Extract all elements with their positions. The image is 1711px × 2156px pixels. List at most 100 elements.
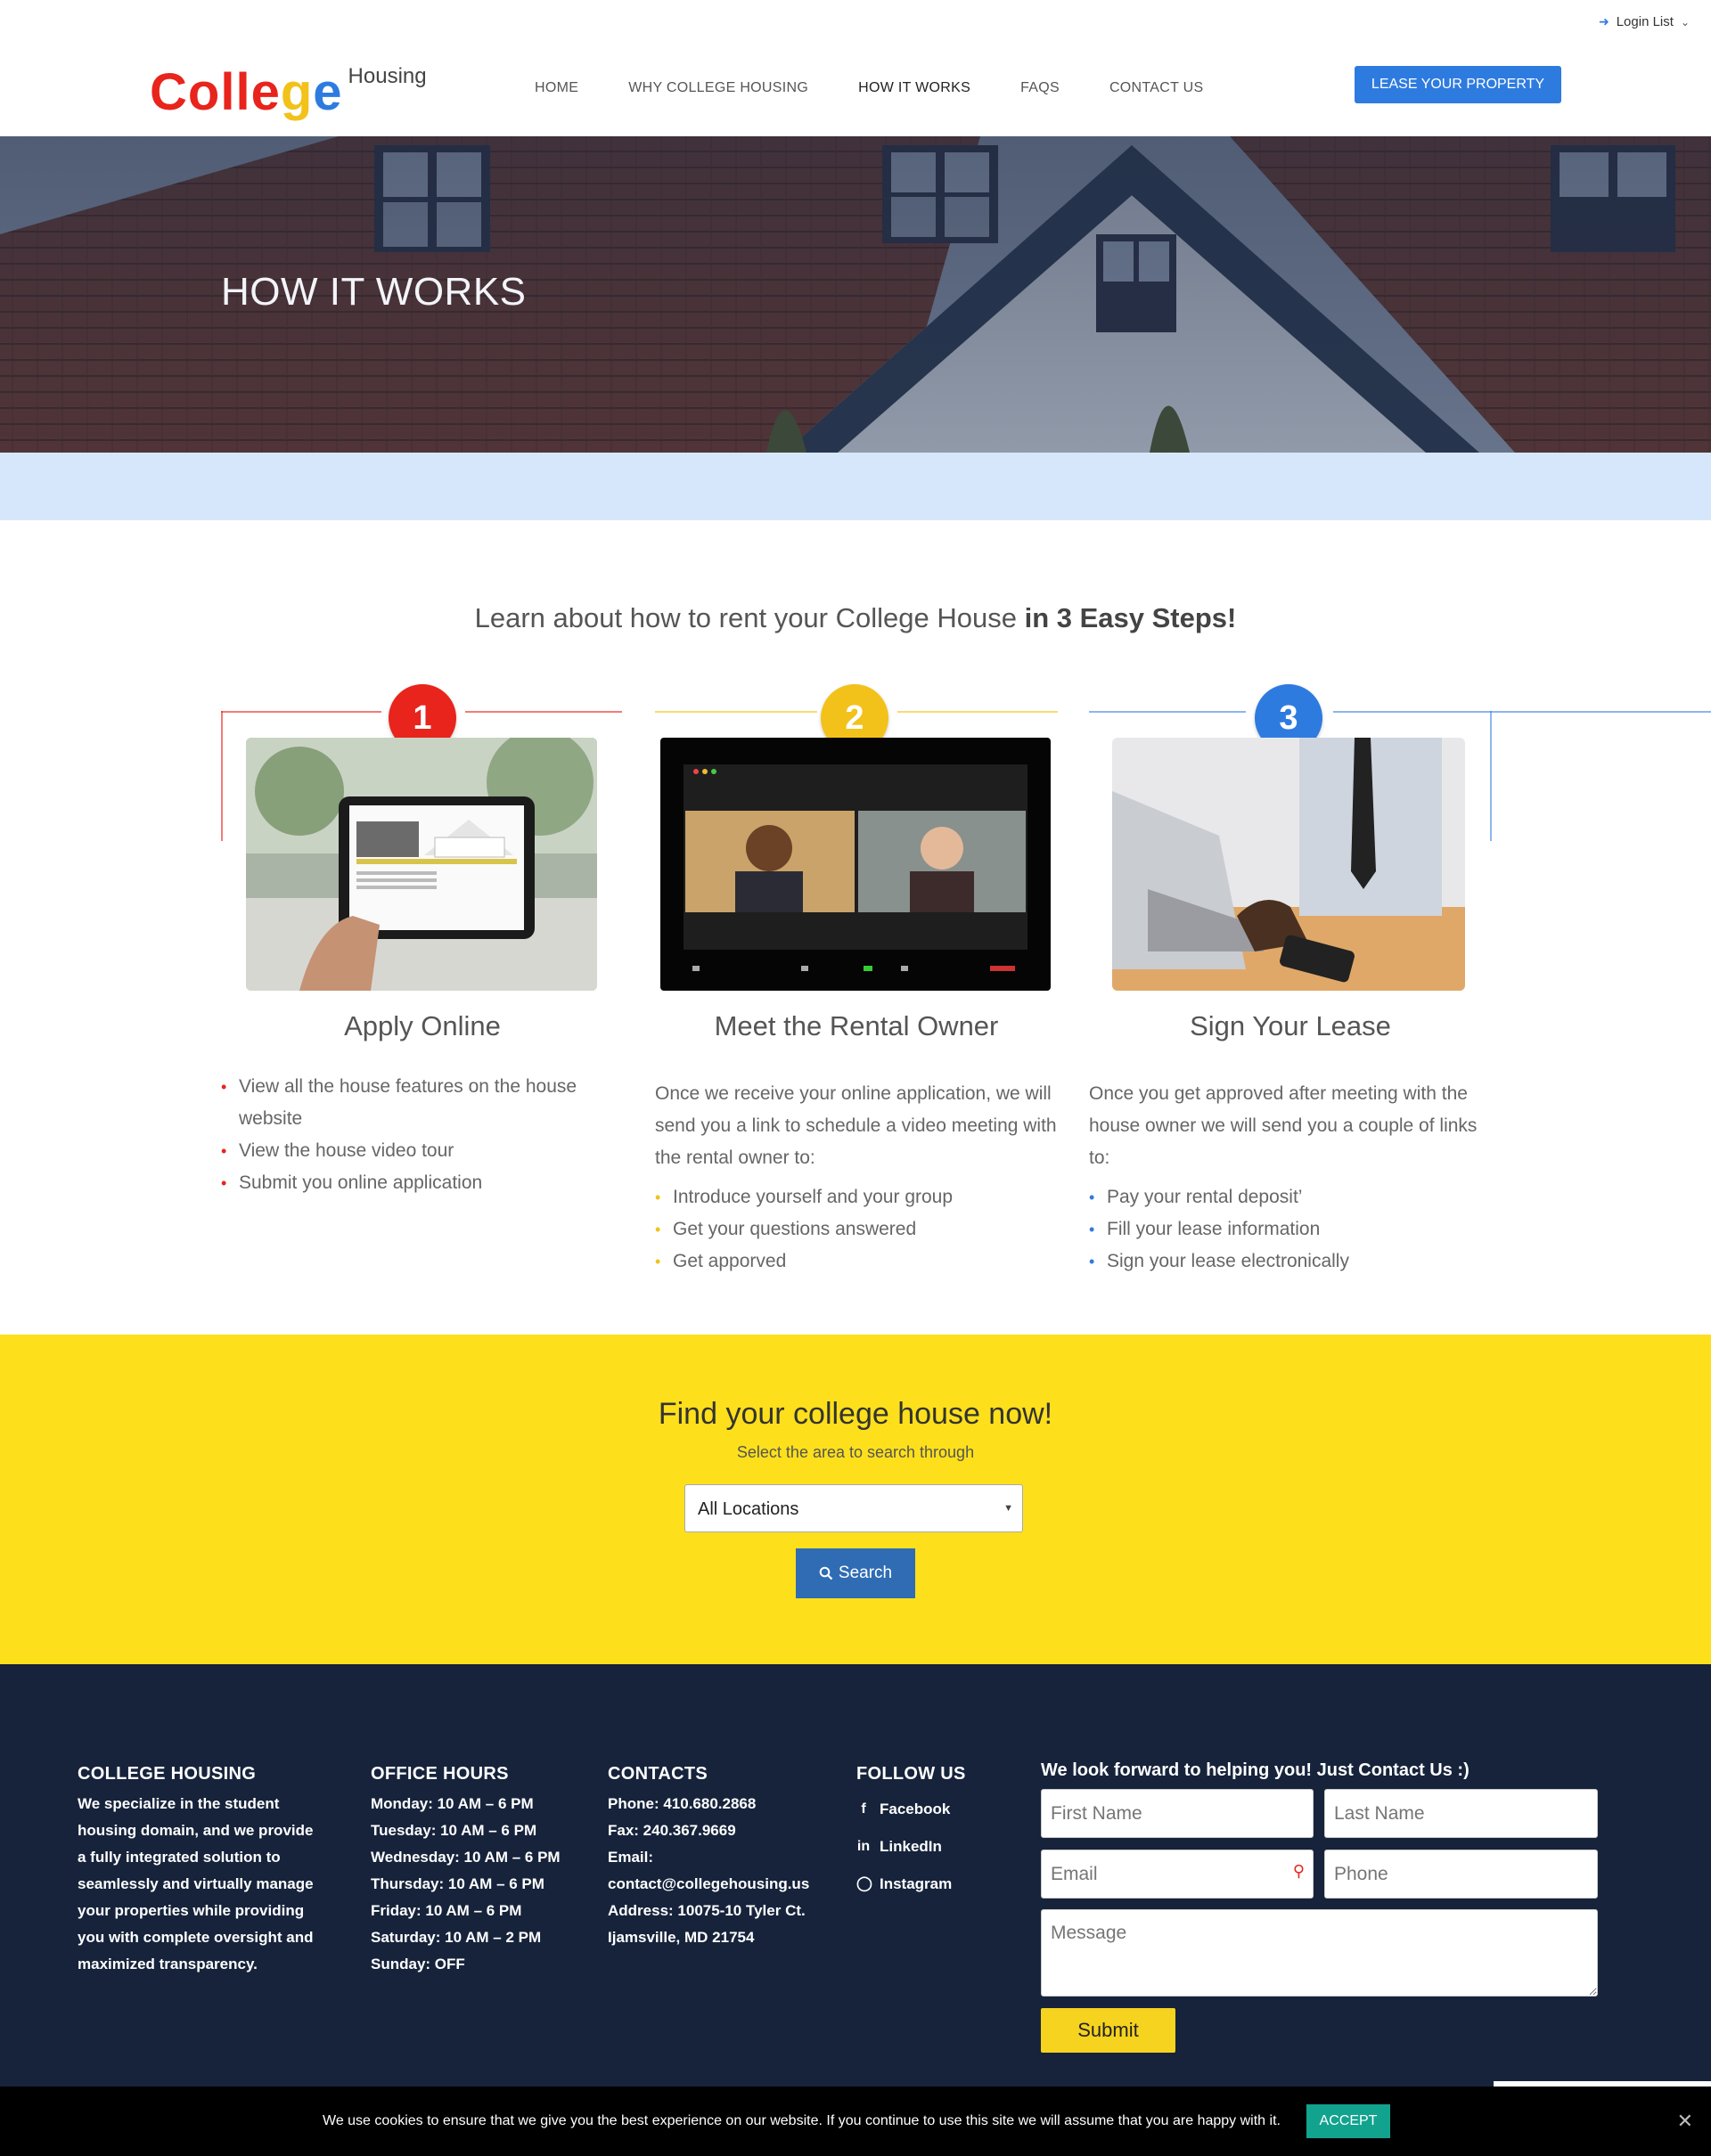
footer-contacts-heading: CONTACTS bbox=[608, 1764, 708, 1784]
steps-heading-emphasis: in 3 Easy Steps! bbox=[1024, 602, 1237, 633]
location-select[interactable]: All Locations ▼ bbox=[684, 1484, 1023, 1532]
search-button[interactable]: Search bbox=[796, 1548, 915, 1598]
step-1-bullets: View all the house features on the house… bbox=[221, 1071, 624, 1199]
signing-lease-image bbox=[1112, 738, 1465, 991]
nav-item-why-college-housing[interactable]: WHY COLLEGE HOUSING bbox=[628, 80, 808, 96]
step-3-bullet: Pay your rental deposit’ bbox=[1089, 1181, 1492, 1213]
facebook-icon: f bbox=[861, 1801, 866, 1817]
message-field[interactable] bbox=[1041, 1909, 1598, 1997]
contact-line: contact@collegehousing.us bbox=[608, 1875, 810, 1892]
office-hours-line: Sunday: OFF bbox=[371, 1956, 465, 1972]
logo-wordmark: College bbox=[150, 57, 343, 128]
dropdown-arrow-icon: ▼ bbox=[1003, 1503, 1013, 1514]
tablet-application-image bbox=[246, 738, 597, 991]
logo-subtitle: Housing bbox=[348, 64, 427, 88]
office-hours-list: Monday: 10 AM – 6 PM Tuesday: 10 AM – 6 P… bbox=[371, 1791, 585, 1978]
linkedin-label: LinkedIn bbox=[880, 1838, 942, 1855]
step-3-bullets: Pay your rental deposit’Fill your lease … bbox=[1089, 1181, 1492, 1278]
footer-contacts: CONTACTS Phone: 410.680.2868 Fax: 240.367… bbox=[608, 1760, 839, 1951]
instagram-link[interactable]: ◯ Instagram bbox=[856, 1871, 1035, 1898]
cookie-banner: We use cookies to ensure that we give yo… bbox=[0, 2087, 1711, 2156]
site-header: College Housing HOME WHY COLLEGE HOUSING H… bbox=[0, 45, 1711, 136]
office-hours-line: Saturday: 10 AM – 2 PM bbox=[371, 1929, 542, 1946]
facebook-link[interactable]: f Facebook bbox=[856, 1796, 1035, 1823]
step-1-line-right bbox=[465, 711, 622, 713]
step-3-title: Sign Your Lease bbox=[1190, 1010, 1391, 1041]
linkedin-link[interactable]: in LinkedIn bbox=[856, 1833, 1035, 1860]
step-2-bullet: Get apporved bbox=[655, 1245, 1058, 1278]
contact-line: Fax: 240.367.9669 bbox=[608, 1822, 736, 1839]
step-2-body: Once we receive your online application,… bbox=[655, 1078, 1058, 1278]
step-3-bullet: Sign your lease electronically bbox=[1089, 1245, 1492, 1278]
find-title: Find your college house now! bbox=[658, 1397, 1053, 1431]
password-manager-icon[interactable]: ⚲ bbox=[1293, 1862, 1305, 1881]
last-name-field[interactable] bbox=[1324, 1789, 1598, 1838]
steps-heading-text: Learn about how to rent your College Hou… bbox=[474, 602, 1025, 633]
logo-letter: e bbox=[313, 63, 343, 121]
step-1-line-left bbox=[221, 711, 381, 713]
steps-heading: Learn about how to rent your College Hou… bbox=[0, 602, 1711, 634]
find-house-section: Find your college house now! Select the … bbox=[0, 1335, 1711, 1664]
office-hours-line: Wednesday: 10 AM – 6 PM bbox=[371, 1849, 561, 1866]
office-hours-line: Monday: 10 AM – 6 PM bbox=[371, 1795, 534, 1812]
submit-button[interactable]: Submit bbox=[1041, 2008, 1175, 2053]
accept-cookies-button[interactable]: ACCEPT bbox=[1306, 2104, 1390, 2138]
site-logo[interactable]: College Housing bbox=[150, 57, 427, 128]
location-select-value: All Locations bbox=[698, 1499, 799, 1519]
logo-letter: l bbox=[220, 63, 236, 121]
footer-about: COLLEGE HOUSING We specialize in the stu… bbox=[78, 1760, 318, 1978]
step-1-side-line bbox=[221, 711, 223, 841]
step-1-body: View all the house features on the house… bbox=[221, 1071, 624, 1199]
instagram-label: Instagram bbox=[880, 1875, 953, 1892]
step-2-line-right bbox=[897, 711, 1058, 713]
nav-item-how-it-works[interactable]: HOW IT WORKS bbox=[858, 80, 970, 96]
footer-about-text: We specialize in the student housing dom… bbox=[78, 1795, 314, 1972]
top-bar: ➜ Login List ⌄ bbox=[0, 0, 1711, 45]
footer-follow-heading: FOLLOW US bbox=[856, 1764, 966, 1784]
login-list-menu[interactable]: ➜ Login List ⌄ bbox=[1599, 14, 1690, 29]
step-1-bullet: View all the house features on the house… bbox=[221, 1071, 624, 1135]
linkedin-icon: in bbox=[856, 1839, 871, 1854]
step-2-bullet: Get your questions answered bbox=[655, 1213, 1058, 1245]
search-icon bbox=[819, 1566, 833, 1580]
logo-letter: e bbox=[250, 63, 281, 121]
logo-letter: o bbox=[187, 63, 221, 121]
step-2-bullets: Introduce yourself and your groupGet you… bbox=[655, 1181, 1058, 1278]
contact-line: Email: bbox=[608, 1849, 654, 1866]
phone-field[interactable] bbox=[1324, 1850, 1598, 1899]
step-3-bullet: Fill your lease information bbox=[1089, 1213, 1492, 1245]
step-3-description: Once you get approved after meeting with… bbox=[1089, 1083, 1478, 1168]
contact-form-heading: We look forward to helping you! Just Con… bbox=[1041, 1760, 1469, 1780]
lease-your-property-button[interactable]: LEASE YOUR PROPERTY bbox=[1355, 66, 1561, 103]
email-field[interactable] bbox=[1041, 1850, 1314, 1899]
step-3-line-left bbox=[1089, 711, 1246, 713]
first-name-field[interactable] bbox=[1041, 1789, 1314, 1838]
step-2-card: 2 Meet the Rental Owner Once we receive … bbox=[655, 684, 1058, 1290]
instagram-icon: ◯ bbox=[856, 1876, 872, 1891]
logo-letter: l bbox=[235, 63, 251, 121]
logo-letter: g bbox=[280, 63, 314, 121]
contacts-list: Phone: 410.680.2868 Fax: 240.367.9669 Emai… bbox=[608, 1791, 839, 1951]
sign-in-icon: ➜ bbox=[1598, 14, 1609, 29]
footer-follow: FOLLOW US f Facebook in LinkedIn ◯ Instagra… bbox=[856, 1760, 1035, 1908]
step-3-side-line bbox=[1490, 711, 1492, 841]
contact-line: Ijamsville, MD 21754 bbox=[608, 1929, 755, 1946]
office-hours-line: Tuesday: 10 AM – 6 PM bbox=[371, 1822, 537, 1839]
step-2-bullet: Introduce yourself and your group bbox=[655, 1181, 1058, 1213]
step-1-title: Apply Online bbox=[344, 1010, 501, 1041]
find-subtitle: Select the area to search through bbox=[736, 1443, 975, 1461]
step-2-title: Meet the Rental Owner bbox=[714, 1010, 999, 1041]
office-hours-line: Thursday: 10 AM – 6 PM bbox=[371, 1875, 544, 1892]
contact-line: Address: 10075-10 Tyler Ct. bbox=[608, 1902, 806, 1919]
step-2-line-left bbox=[655, 711, 817, 713]
nav-item-contact-us[interactable]: CONTACT US bbox=[1109, 80, 1204, 96]
nav-item-faqs[interactable]: FAQS bbox=[1020, 80, 1060, 96]
close-icon[interactable]: ✕ bbox=[1677, 2110, 1693, 2133]
step-3-line-right bbox=[1333, 711, 1711, 713]
page-title: HOW IT WORKS bbox=[221, 270, 527, 314]
office-hours-line: Friday: 10 AM – 6 PM bbox=[371, 1902, 522, 1919]
facebook-label: Facebook bbox=[880, 1801, 951, 1817]
footer-about-heading: COLLEGE HOUSING bbox=[78, 1764, 257, 1784]
nav-item-home[interactable]: HOME bbox=[535, 80, 578, 96]
step-3-card: 3 Sign Your Lease Once you get approved … bbox=[1089, 684, 1711, 1290]
